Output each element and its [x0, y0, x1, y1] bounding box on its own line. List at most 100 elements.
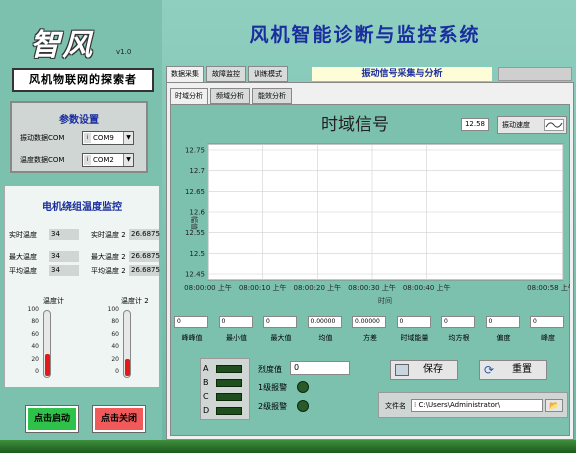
therm2-label: 温度计 2 [121, 297, 149, 305]
tab-training-mode[interactable]: 训练模式 [248, 66, 288, 82]
x-tick-label: 08:00:20 上午 [294, 283, 342, 292]
save-button[interactable]: 保存 [390, 360, 458, 380]
stat-value: 0.00000 [307, 316, 342, 328]
led-indicator [216, 379, 242, 387]
params-title: 参数设置 [59, 115, 99, 126]
chevron-down-icon[interactable]: ▼ [123, 154, 133, 166]
therm-tick-label: 80 [31, 318, 39, 326]
y-tick-label: 12.5 [189, 250, 205, 258]
reset-button[interactable]: ⟳ 重置 [479, 360, 547, 380]
stat-value: 0 [263, 316, 297, 328]
temp-com-select[interactable]: ⁞ COM2 ▼ [82, 153, 134, 167]
avg-value: 34 [49, 265, 79, 276]
x-tick-label: 08:00:10 上午 [239, 283, 287, 292]
stat-value: 0 [530, 316, 564, 328]
rt-value: 34 [49, 229, 79, 240]
refresh-icon: ⟳ [484, 363, 495, 377]
y-tick-label: 12.7 [189, 167, 205, 175]
thermometer-1 [43, 310, 51, 378]
y-tick-label: 12.65 [185, 188, 205, 196]
params-panel: 参数设置 振动数据COM ⁞ COM9 ▼ 温度数据COM ⁞ COM2 ▼ [10, 101, 148, 173]
stat-value: 0 [485, 316, 520, 328]
stop-button[interactable]: 点击关闭 [92, 405, 146, 433]
stat-label: 均值 [318, 334, 333, 342]
temperature-monitor-panel: 电机绕组温度监控 实时温度 34 实时温度 2 26.6875 最大温度 34 … [4, 185, 160, 388]
vibration-speed-button[interactable]: 振动速度 [497, 116, 567, 134]
therm-tick-label: 60 [111, 330, 119, 338]
alarm2-label: 2级报警 [258, 402, 288, 411]
led-indicator [216, 407, 242, 415]
rt-label: 实时温度 [9, 231, 37, 239]
chevron-down-icon[interactable]: ▼ [123, 132, 133, 144]
stat-label: 最大值 [270, 334, 292, 342]
reset-label: 重置 [512, 364, 532, 375]
therm-tick-label: 80 [111, 318, 119, 326]
io-icon: ⁞ [84, 133, 91, 143]
tab-efficiency[interactable]: 能效分析 [252, 88, 292, 104]
temp-com-label: 温度数据COM [20, 156, 65, 164]
y-tick-label: 12.45 [185, 271, 205, 279]
led-label: C [203, 392, 209, 401]
led-label: D [203, 406, 210, 415]
therm-tick-label: 0 [115, 368, 119, 375]
max2-label: 最大温度 2 [91, 253, 126, 261]
stat-value: 0 [218, 316, 253, 328]
tab-data-acquisition[interactable]: 数据采集 [166, 66, 204, 82]
therm-tick-label: 0 [35, 368, 39, 375]
chart-svg: 12.7512.712.6512.612.5512.512.45 08:00:0… [184, 143, 575, 305]
file-path-panel: 文件名 ⁞ C:\Users\Administrator\ 📂 [378, 392, 568, 418]
tab-frequency-domain[interactable]: 频域分析 [210, 88, 250, 104]
max-label: 最大温度 [9, 253, 37, 261]
x-axis-label: 时间 [378, 296, 392, 305]
stat-label: 偏度 [496, 334, 511, 342]
avg-label: 平均温度 [9, 267, 37, 275]
rt2-label: 实时温度 2 [91, 231, 126, 239]
tab-fault-monitor[interactable]: 故障监控 [206, 66, 246, 82]
page-title: 风机智能诊断与监控系统 [249, 24, 481, 46]
therm-tick-label: 100 [27, 306, 39, 313]
alarm2-indicator [297, 400, 309, 412]
waveform-icon [544, 119, 564, 131]
tab-time-domain[interactable]: 时域分析 [170, 88, 208, 104]
monitor-title: 电机绕组温度监控 [42, 202, 122, 213]
vib-com-select[interactable]: ⁞ COM9 ▼ [82, 131, 134, 145]
x-tick-label: 08:00:30 上午 [348, 283, 396, 292]
therm-tick-label: 40 [111, 343, 119, 351]
stat-label: 均方根 [448, 334, 470, 342]
alarm1-indicator [297, 381, 309, 393]
stat-label: 峰度 [541, 334, 555, 342]
therm-tick-label: 40 [31, 343, 39, 351]
file-path-input[interactable]: ⁞ C:\Users\Administrator\ [411, 399, 543, 412]
start-button[interactable]: 点击启动 [25, 405, 79, 433]
therm-tick-label: 100 [107, 306, 119, 313]
y-tick-label: 12.55 [185, 229, 205, 237]
temp-com-value: COM2 [93, 156, 114, 164]
time-domain-chart: 12.75 12.7 12.65 12.6 12.55 12.5 12.45 08:00:0… [178, 136, 575, 308]
window: 智风 v1.0 风机物联网的探索者 参数设置 振动数据COM ⁞ COM9 ▼ … [0, 0, 576, 453]
tab-section-title: 振动信号采集与分析 [312, 67, 492, 81]
browse-folder-icon[interactable]: 📂 [545, 399, 563, 412]
stat-label: 时域能量 [400, 334, 429, 342]
severity-label: 烈度值 [258, 365, 282, 374]
thermometer-2 [123, 310, 131, 378]
stat-value: 0 [396, 316, 431, 328]
max2-value: 26.6875 [129, 251, 160, 262]
slogan-banner: 风机物联网的探索者 [12, 68, 154, 92]
status-box [498, 67, 572, 81]
avg2-label: 平均温度 2 [91, 267, 126, 275]
therm1-fill [45, 354, 50, 376]
save-label: 保存 [423, 364, 443, 375]
alarm1-label: 1级报警 [258, 383, 288, 392]
stat-value: 0 [174, 316, 208, 328]
save-icon [395, 364, 409, 376]
stat-value: 0 [441, 316, 475, 328]
file-path-value: C:\Users\Administrator\ [418, 401, 501, 409]
max-value: 34 [49, 251, 79, 262]
led-indicator [216, 365, 242, 373]
rt2-value: 26.6875 [129, 229, 160, 240]
vibration-speed-label: 振动速度 [502, 121, 530, 129]
y-axis-label: 幅值 [190, 216, 199, 230]
stat-label: 方差 [363, 334, 377, 342]
chart-title: 时域信号 [321, 115, 389, 135]
x-tick-label: 08:00:40 上午 [403, 283, 451, 292]
